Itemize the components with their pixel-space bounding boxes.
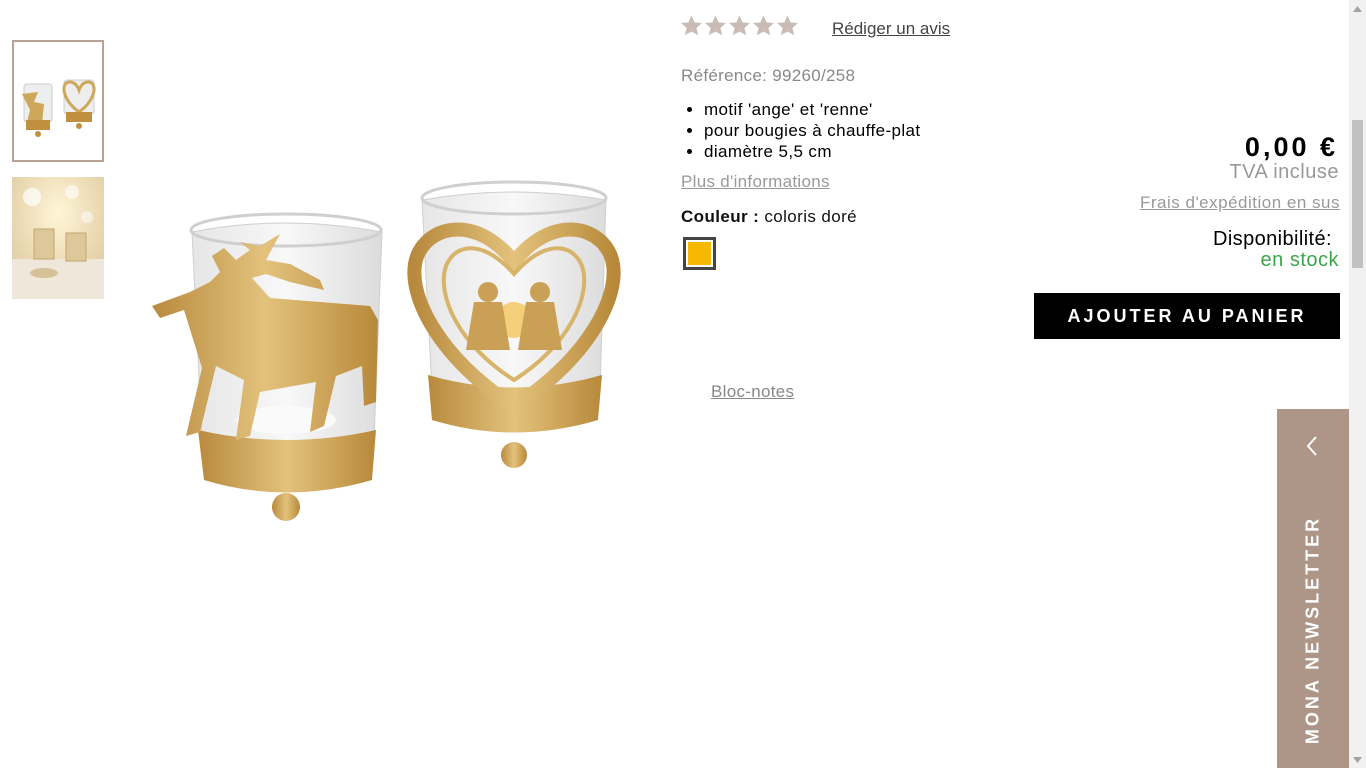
scroll-down-arrow[interactable] bbox=[1349, 751, 1366, 768]
color-value: coloris doré bbox=[764, 207, 858, 226]
newsletter-tab[interactable]: MONA NEWSLETTER bbox=[1277, 409, 1349, 768]
star-icon bbox=[704, 15, 727, 36]
triangle-up-icon bbox=[1353, 5, 1362, 12]
newsletter-label: MONA NEWSLETTER bbox=[1302, 515, 1323, 745]
notepad-link[interactable]: Bloc-notes bbox=[711, 382, 794, 402]
thumbnail-ambiance[interactable] bbox=[12, 177, 104, 299]
star-icon bbox=[752, 15, 775, 36]
product-reference: Référence: 99260/258 bbox=[681, 66, 855, 86]
triangle-down-icon bbox=[1353, 756, 1362, 763]
feature-item: motif 'ange' et 'renne' bbox=[704, 99, 921, 120]
shipping-link[interactable]: Frais d'expédition en sus bbox=[1140, 193, 1340, 213]
availability-label: Disponibilité: bbox=[1213, 228, 1332, 250]
page-scrollbar[interactable] bbox=[1349, 0, 1366, 768]
star-icon bbox=[728, 15, 751, 36]
product-price: 0,00 € bbox=[1244, 132, 1338, 162]
availability-status: en stock bbox=[1260, 249, 1339, 271]
star-icon bbox=[680, 15, 703, 36]
color-swatch-gold[interactable] bbox=[683, 237, 716, 270]
thumbnail-ambiance-image bbox=[12, 177, 104, 299]
more-info-link[interactable]: Plus d'informations bbox=[681, 172, 830, 192]
write-review-link[interactable]: Rédiger un avis bbox=[832, 19, 950, 39]
scroll-thumb[interactable] bbox=[1352, 120, 1363, 268]
product-main-image bbox=[152, 180, 621, 521]
rating-stars bbox=[680, 14, 799, 38]
color-swatch-fill bbox=[688, 242, 711, 265]
thumbnail-product-image bbox=[14, 42, 102, 160]
feature-list: motif 'ange' et 'renne' pour bougies à c… bbox=[681, 99, 921, 162]
feature-item: pour bougies à chauffe-plat bbox=[704, 120, 921, 141]
scroll-up-arrow[interactable] bbox=[1349, 0, 1366, 17]
feature-item: diamètre 5,5 cm bbox=[704, 141, 921, 162]
reference-label: Référence: bbox=[681, 66, 768, 85]
add-to-cart-button[interactable]: AJOUTER AU PANIER bbox=[1034, 293, 1340, 339]
chevron-left-icon[interactable] bbox=[1300, 433, 1326, 459]
vat-note: TVA incluse bbox=[1229, 161, 1339, 183]
color-row: Couleur : coloris doré bbox=[681, 207, 857, 227]
reference-value: 99260/258 bbox=[772, 66, 856, 85]
thumbnail-product[interactable] bbox=[12, 40, 104, 162]
color-label: Couleur : bbox=[681, 207, 760, 226]
star-icon bbox=[776, 15, 799, 36]
